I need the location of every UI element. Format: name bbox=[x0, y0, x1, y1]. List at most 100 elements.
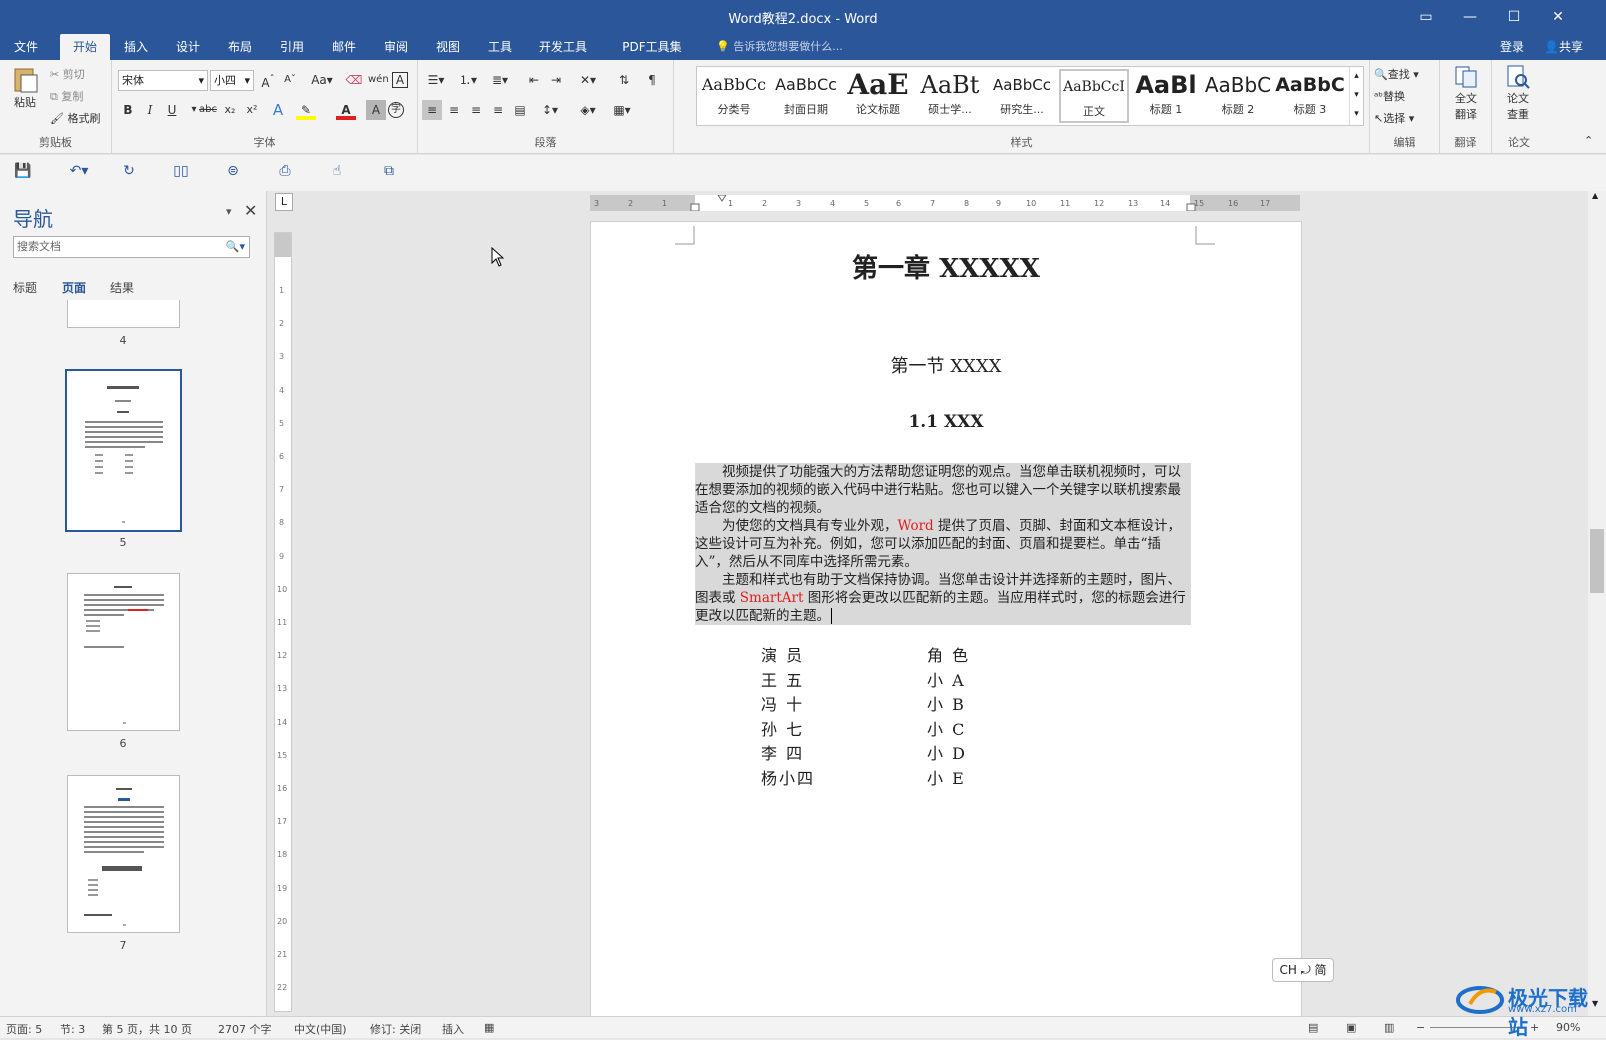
strikethrough-button[interactable]: abc bbox=[198, 100, 218, 120]
cut-button[interactable]: ✂ 剪切 bbox=[50, 66, 85, 82]
line-spacing-icon[interactable]: ↕▾ bbox=[536, 100, 564, 120]
status-track-changes[interactable]: 修订: 关闭 bbox=[370, 1021, 421, 1037]
style-item[interactable]: AaBbCc 分类号 bbox=[699, 69, 769, 123]
gallery-scroll[interactable]: ▴ ▾ ▾ bbox=[1349, 67, 1363, 125]
maximize-button[interactable]: ☐ bbox=[1500, 6, 1528, 28]
tab-selector-icon[interactable]: L bbox=[275, 193, 293, 211]
show-marks-icon[interactable]: ¶ bbox=[642, 70, 662, 90]
ime-indicator[interactable]: CH ⤾ 简 bbox=[1272, 958, 1334, 982]
sort-icon[interactable]: ⇅ bbox=[614, 70, 634, 90]
share-button[interactable]: 👤共享 bbox=[1544, 34, 1583, 60]
print-layout-icon[interactable]: ▣ bbox=[1346, 1021, 1356, 1034]
enclose-char-icon[interactable]: 字 bbox=[388, 102, 404, 118]
macro-record-icon[interactable]: ▦ bbox=[484, 1021, 494, 1034]
two-pages-icon[interactable]: ▯▯ bbox=[170, 163, 192, 183]
char-shading-icon[interactable]: A bbox=[366, 100, 386, 120]
zoom-out-icon[interactable]: − bbox=[1416, 1021, 1425, 1034]
close-button[interactable]: ✕ bbox=[1544, 6, 1572, 28]
justify-icon[interactable]: ≡ bbox=[488, 100, 508, 120]
nav-tab-headings[interactable]: 标题 bbox=[13, 279, 37, 296]
tell-me-box[interactable]: 💡 告诉我您想要做什么... bbox=[716, 34, 843, 60]
tab-mailings[interactable]: 邮件 bbox=[324, 34, 364, 60]
decrease-indent-icon[interactable]: ⇤ bbox=[524, 70, 544, 90]
save-icon[interactable]: 💾 bbox=[12, 163, 34, 183]
customize-qat-icon[interactable]: ⧉ bbox=[378, 163, 400, 183]
vertical-scrollbar[interactable]: ▲ ▼ bbox=[1588, 191, 1606, 1016]
change-case-icon[interactable]: Aa▾ bbox=[308, 70, 336, 90]
tab-tools[interactable]: 工具 bbox=[480, 34, 520, 60]
bullets-icon[interactable]: ☰▾ bbox=[422, 70, 450, 90]
format-painter-button[interactable]: 🖌 格式刷 bbox=[50, 110, 100, 126]
pinyin-icon[interactable]: wén bbox=[368, 70, 389, 90]
ribbon-display-icon[interactable]: ▭ bbox=[1412, 6, 1440, 28]
minimize-button[interactable]: — bbox=[1456, 6, 1484, 28]
font-color-icon[interactable]: A bbox=[336, 100, 356, 120]
full-translate-button[interactable]: 全文 翻译 bbox=[1448, 64, 1484, 122]
font-size-select[interactable]: 小四 ▾ bbox=[210, 70, 254, 91]
page-thumbnail-7[interactable] bbox=[67, 775, 180, 933]
redo-icon[interactable]: ↻ bbox=[118, 163, 140, 183]
style-item[interactable]: AaBbCc 封面日期 bbox=[771, 69, 841, 123]
tab-developer[interactable]: 开发工具 bbox=[530, 34, 596, 60]
multilevel-list-icon[interactable]: ≣▾ bbox=[486, 70, 514, 90]
align-left-icon[interactable]: ≡ bbox=[422, 100, 442, 120]
touch-mode-icon[interactable]: ☝ bbox=[326, 163, 348, 183]
tab-home[interactable]: 开始 bbox=[60, 34, 110, 60]
tab-insert[interactable]: 插入 bbox=[116, 34, 156, 60]
copy-button[interactable]: ⧉ 复制 bbox=[50, 88, 83, 104]
paper-check-button[interactable]: 论文 查重 bbox=[1500, 64, 1536, 122]
shading-icon[interactable]: ◈▾ bbox=[574, 100, 602, 120]
translate-small-icon[interactable]: ⊜ bbox=[222, 163, 244, 183]
paste-button[interactable]: 粘贴 bbox=[8, 64, 42, 110]
superscript-button[interactable]: x² bbox=[242, 100, 262, 120]
nav-options-icon[interactable]: ▾ bbox=[226, 205, 232, 218]
find-button[interactable]: 🔍查找 ▾ bbox=[1374, 66, 1419, 82]
shrink-font-icon[interactable]: Aˇ bbox=[280, 70, 300, 90]
read-mode-icon[interactable]: ▤ bbox=[1308, 1021, 1318, 1034]
select-button[interactable]: ↖选择 ▾ bbox=[1374, 110, 1414, 126]
status-word-count[interactable]: 2707 个字 bbox=[218, 1021, 272, 1037]
page-thumbnail-6[interactable] bbox=[67, 573, 180, 731]
asian-layout-icon[interactable]: ✕▾ bbox=[574, 70, 602, 90]
replace-button[interactable]: ᵃᵇ替换 bbox=[1374, 88, 1405, 104]
style-item[interactable]: AaBbC 标题 3 bbox=[1275, 69, 1345, 123]
tab-design[interactable]: 设计 bbox=[168, 34, 208, 60]
login-link[interactable]: 登录 bbox=[1500, 34, 1524, 60]
status-language[interactable]: 中文(中国) bbox=[294, 1021, 347, 1037]
status-section[interactable]: 节: 3 bbox=[60, 1021, 85, 1037]
style-item[interactable]: AaBt 硕士学... bbox=[915, 69, 985, 123]
collapse-ribbon-icon[interactable]: ⌃ bbox=[1584, 134, 1593, 147]
web-layout-icon[interactable]: ▥ bbox=[1384, 1021, 1394, 1034]
tab-file[interactable]: 文件 bbox=[6, 34, 46, 60]
nav-search-input[interactable]: 搜索文档 🔍▾ bbox=[13, 236, 250, 258]
tab-pdf[interactable]: PDF工具集 bbox=[610, 34, 694, 60]
tab-layout[interactable]: 布局 bbox=[220, 34, 260, 60]
tab-review[interactable]: 审阅 bbox=[376, 34, 416, 60]
vertical-ruler[interactable]: 1 2 3 4 5 6 7 8 9 10 11 12 13 14 15 16 17 18 19 20 21 22 bbox=[274, 232, 292, 1012]
nav-tab-pages[interactable]: 页面 bbox=[62, 279, 86, 296]
style-item[interactable]: AaBbC 标题 2 bbox=[1203, 69, 1273, 123]
status-insert-mode[interactable]: 插入 bbox=[442, 1021, 464, 1037]
tab-references[interactable]: 引用 bbox=[272, 34, 312, 60]
distributed-icon[interactable]: ▤ bbox=[510, 100, 530, 120]
subscript-button[interactable]: x₂ bbox=[220, 100, 240, 120]
horizontal-ruler[interactable]: 3 2 1 1 2 3 4 5 6 7 8 9 10 11 12 13 14 15 16 17 bbox=[590, 195, 1300, 211]
increase-indent-icon[interactable]: ⇥ bbox=[546, 70, 566, 90]
align-center-icon[interactable]: ≡ bbox=[444, 100, 464, 120]
tab-view[interactable]: 视图 bbox=[428, 34, 468, 60]
align-right-icon[interactable]: ≡ bbox=[466, 100, 486, 120]
style-item[interactable]: AaE 论文标题 bbox=[843, 69, 913, 123]
close-icon[interactable]: ✕ bbox=[244, 201, 257, 220]
nav-tab-results[interactable]: 结果 bbox=[110, 279, 134, 296]
document-page[interactable]: 第一章 XXXXX 第一节 XXXX 1.1 XXX 视频提供了功能强大的方法帮… bbox=[590, 221, 1302, 1016]
print-preview-icon[interactable]: ⎙ bbox=[274, 163, 296, 183]
status-page[interactable]: 页面: 5 bbox=[6, 1021, 42, 1037]
borders-icon[interactable]: ▦▾ bbox=[608, 100, 636, 120]
grow-font-icon[interactable]: Aˆ bbox=[258, 70, 278, 90]
bold-button[interactable]: B bbox=[118, 100, 138, 120]
status-page-count[interactable]: 第 5 页，共 10 页 bbox=[102, 1021, 192, 1037]
style-item[interactable]: AaBl 标题 1 bbox=[1131, 69, 1201, 123]
highlight-icon[interactable]: ✎ bbox=[296, 100, 316, 120]
underline-button[interactable]: U bbox=[162, 100, 182, 120]
page-thumbnail-5[interactable] bbox=[65, 369, 182, 532]
